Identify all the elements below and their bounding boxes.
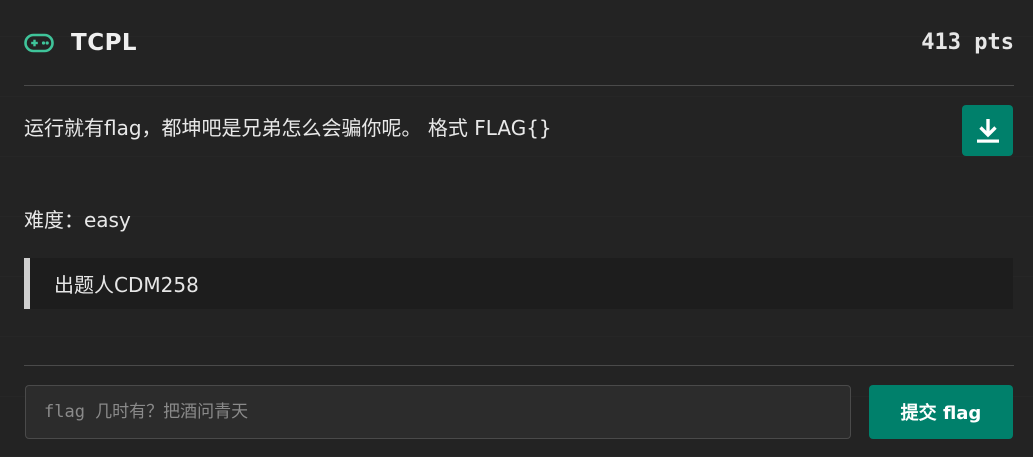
- author-quote: 出题人CDM258: [24, 258, 1013, 309]
- challenge-card: TCPL 413 pts 运行就有flag，都坤吧是兄弟怎么会骗你呢。 格式 F…: [0, 0, 1033, 457]
- challenge-title: TCPL: [71, 29, 138, 56]
- download-button[interactable]: [962, 105, 1013, 156]
- author-text: 出题人CDM258: [54, 273, 199, 297]
- challenge-description: 运行就有flag，都坤吧是兄弟怎么会骗你呢。 格式 FLAG{}: [24, 116, 552, 140]
- gamepad-icon: [24, 33, 54, 53]
- download-icon: [976, 118, 999, 143]
- challenge-points: 413 pts: [921, 30, 1014, 55]
- divider: [24, 365, 1014, 366]
- submit-flag-button[interactable]: 提交 flag: [869, 385, 1013, 439]
- flag-input[interactable]: [25, 385, 851, 439]
- challenge-difficulty: 难度：easy: [24, 208, 131, 232]
- challenge-header: TCPL 413 pts: [24, 0, 1014, 86]
